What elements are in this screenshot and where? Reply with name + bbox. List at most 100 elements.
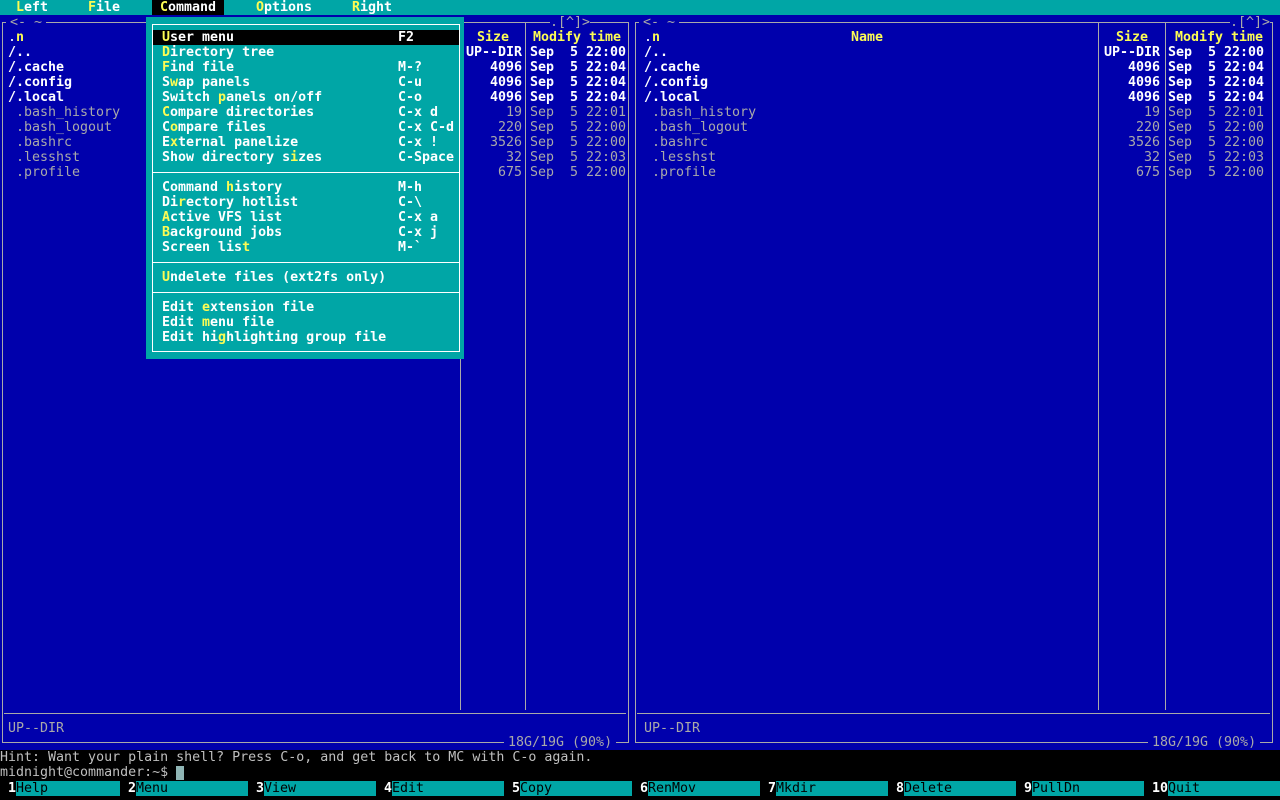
hotkey-letter: o [170, 120, 179, 135]
menu-item-command-history[interactable]: Command history M-h [153, 180, 459, 195]
menubar-item-right[interactable]: Right [344, 0, 400, 15]
menu-item-show-directory-sizes[interactable]: Show directory sizes C-Space [153, 150, 459, 165]
file-name[interactable]: /.local [644, 90, 700, 105]
hotkey-letter: B [162, 225, 171, 240]
file-row[interactable]: /.. UP--DIR Sep 5 22:00 [632, 45, 1280, 60]
fnkey-number: 7 [768, 781, 777, 796]
panel-left-scroll-marker[interactable]: .[^]> [550, 15, 591, 30]
file-name[interactable]: .bashrc [16, 135, 72, 150]
file-row[interactable]: .profile 675 Sep 5 22:00 [632, 165, 1280, 180]
menu-item-edit-menu-file[interactable]: Edit menu file [153, 315, 459, 330]
file-name[interactable]: .bashrc [652, 135, 708, 150]
menu-item-directory-hotlist[interactable]: Directory hotlist C-\ [153, 195, 459, 210]
file-row[interactable]: .bashrc 3526 Sep 5 22:00 [632, 135, 1280, 150]
file-row[interactable]: .lesshst 32 Sep 5 22:03 [632, 150, 1280, 165]
fnkey-7-mkdir[interactable]: 7 Mkdir [768, 781, 896, 796]
menu-item-edit-extension-file[interactable]: Edit extension file [153, 300, 459, 315]
panel-right-column-header-size[interactable]: Size [1116, 30, 1148, 45]
file-mtime: Sep 5 22:01 [1168, 105, 1265, 120]
menu-item-shortcut: C-o [398, 90, 423, 105]
file-name[interactable]: .bash_history [16, 105, 120, 120]
fnkey-label: RenMov [648, 781, 760, 796]
menubar-item-file[interactable]: File [80, 0, 128, 15]
fnkey-label: Delete [904, 781, 1016, 796]
fnkey-6-renmov[interactable]: 6 RenMov [640, 781, 768, 796]
file-row[interactable]: .bash_logout 220 Sep 5 22:00 [632, 120, 1280, 135]
file-row[interactable]: .bash_history 19 Sep 5 22:01 [632, 105, 1280, 120]
file-name[interactable]: /.local [8, 90, 64, 105]
menu-item-screen-list[interactable]: Screen list M-` [153, 240, 459, 255]
file-mtime: Sep 5 22:00 [530, 165, 627, 180]
fnkey-5-copy[interactable]: 5 Copy [512, 781, 640, 796]
menu-item-shortcut: C-\ [398, 195, 423, 210]
panel-right-column-header-name[interactable]: Name [851, 30, 883, 45]
menubar-item-command[interactable]: Command [152, 0, 225, 15]
hotkey-letter: C [162, 105, 171, 120]
hotkey-letter: F [162, 60, 171, 75]
file-row[interactable]: /.cache 4096 Sep 5 22:04 [632, 60, 1280, 75]
menubar-item-options[interactable]: Options [248, 0, 320, 15]
fnkey-label: View [264, 781, 376, 796]
hotkey-letter: e [202, 300, 211, 315]
menu-item-shortcut: C-x d [398, 105, 439, 120]
fnkey-9-pulldn[interactable]: 9 PullDn [1024, 781, 1152, 796]
fnkey-4-edit[interactable]: 4 Edit [384, 781, 512, 796]
menu-item-label: Find file [162, 60, 235, 75]
file-name[interactable]: /.. [8, 45, 32, 60]
hotkey-letter: h [226, 180, 235, 195]
file-name[interactable]: /.cache [8, 60, 64, 75]
file-name[interactable]: .lesshst [652, 150, 716, 165]
fnkey-2-menu[interactable]: 2 Menu [128, 781, 256, 796]
file-name[interactable]: .profile [16, 165, 80, 180]
file-name[interactable]: .lesshst [16, 150, 80, 165]
file-name[interactable]: .bash_history [652, 105, 756, 120]
fnkey-10-quit[interactable]: 10 Quit [1152, 781, 1280, 796]
mc-terminal-screen: <- ~ .[^]> .n Name Size Modify time /.. UP--DIR… [0, 0, 1280, 800]
fnkey-8-delete[interactable]: 8 Delete [896, 781, 1024, 796]
menu-item-background-jobs[interactable]: Background jobs C-x j [153, 225, 459, 240]
file-name[interactable]: .profile [652, 165, 716, 180]
menu-item-swap-panels[interactable]: Swap panels C-u [153, 75, 459, 90]
file-row[interactable]: /.local 4096 Sep 5 22:04 [632, 90, 1280, 105]
menu-item-label: Background jobs [162, 225, 283, 240]
panel-left-column-header-mtime[interactable]: Modify time [533, 30, 621, 45]
menu-item-undelete-files-ext2fs-only[interactable]: Undelete files (ext2fs only) [153, 270, 459, 285]
fnkey-1-help[interactable]: 1 Help [0, 781, 128, 796]
hotkey-letter: x [170, 135, 179, 150]
menu-item-edit-highlighting-group-file[interactable]: Edit highlighting group file [153, 330, 459, 345]
menu-item-switch-panels-on-off[interactable]: Switch panels on/off C-o [153, 90, 459, 105]
panel-right-status-divider [637, 713, 1270, 714]
fnkey-3-view[interactable]: 3 View [256, 781, 384, 796]
file-name[interactable]: /.. [644, 45, 668, 60]
file-name[interactable]: /.cache [644, 60, 700, 75]
panel-right-title[interactable]: <- ~ [639, 15, 680, 30]
panel-left-title[interactable]: <- ~ [6, 15, 47, 30]
menu-item-external-panelize[interactable]: External panelize C-x ! [153, 135, 459, 150]
file-name[interactable]: /.config [644, 75, 708, 90]
menu-item-user-menu[interactable]: User menu F2 [153, 30, 459, 45]
panel-right-column-header-mtime[interactable]: Modify time [1175, 30, 1263, 45]
panel-right-scroll-marker[interactable]: .[^]> [1230, 15, 1271, 30]
file-size: 4096 [1127, 75, 1160, 90]
menu-item-directory-tree[interactable]: Directory tree [153, 45, 459, 60]
menu-item-find-file[interactable]: Find file M-? [153, 60, 459, 75]
fnkey-number: 2 [128, 781, 137, 796]
fnkey-number: 3 [256, 781, 265, 796]
hotkey-letter: w [170, 75, 179, 90]
file-mtime: Sep 5 22:03 [530, 150, 627, 165]
menubar-item-left[interactable]: Left [8, 0, 56, 15]
menu-item-shortcut: M-h [398, 180, 423, 195]
menu-item-compare-directories[interactable]: Compare directories C-x d [153, 105, 459, 120]
fnkey-label: PullDn [1032, 781, 1144, 796]
menu-item-compare-files[interactable]: Compare files C-x C-d [153, 120, 459, 135]
file-row[interactable]: /.config 4096 Sep 5 22:04 [632, 75, 1280, 90]
shell-prompt[interactable]: midnight@commander:~$ [0, 765, 168, 780]
file-mtime: Sep 5 22:00 [1168, 165, 1265, 180]
menu-item-shortcut: C-u [398, 75, 423, 90]
menu-item-active-vfs-list[interactable]: Active VFS list C-x a [153, 210, 459, 225]
file-name[interactable]: /.config [8, 75, 72, 90]
file-name[interactable]: .bash_logout [16, 120, 112, 135]
file-size: 4096 [1127, 60, 1160, 75]
file-name[interactable]: .bash_logout [652, 120, 748, 135]
panel-left-column-header-size[interactable]: Size [477, 30, 509, 45]
